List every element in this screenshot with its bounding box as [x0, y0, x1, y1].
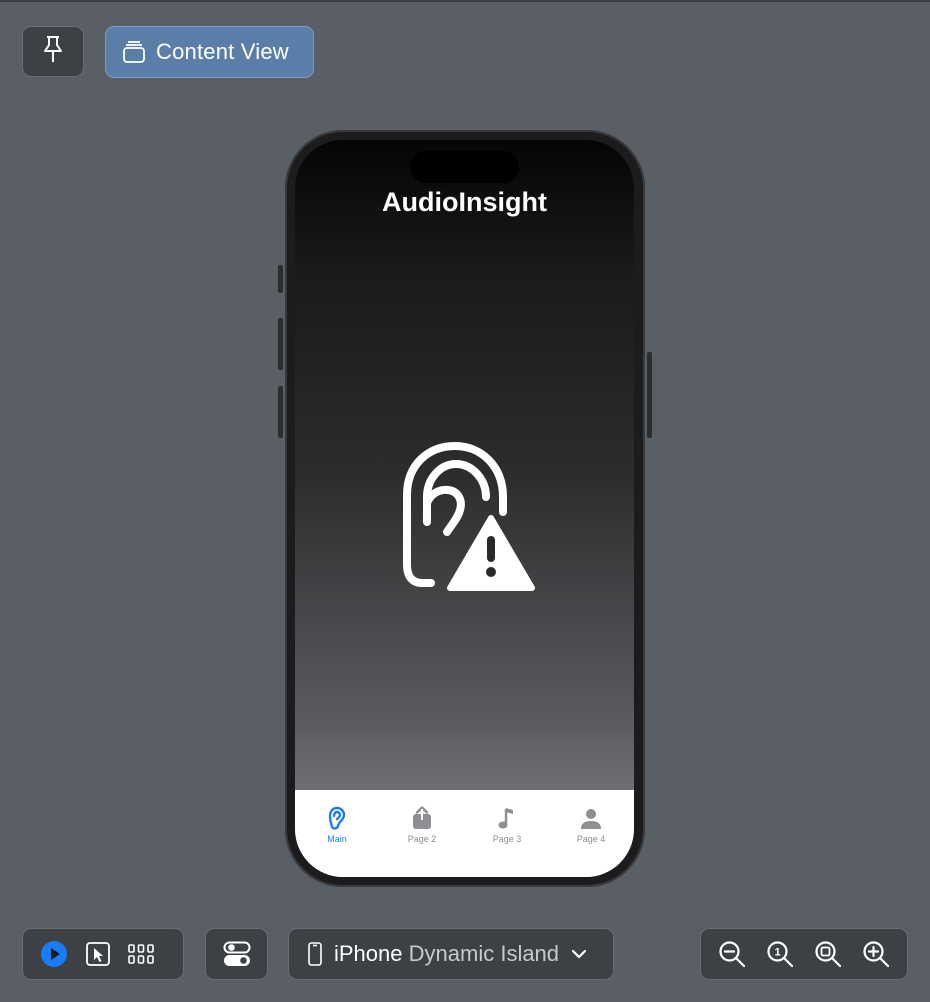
tab-page-3[interactable]: Page 3: [472, 804, 542, 844]
zoom-actual-icon[interactable]: 1: [766, 940, 794, 968]
action-button: [278, 265, 283, 293]
share-icon: [412, 804, 432, 830]
device-picker[interactable]: iPhone Dynamic Island: [288, 928, 614, 980]
ear-icon: [327, 804, 347, 830]
zoom-out-icon[interactable]: [718, 940, 746, 968]
device-label: iPhone Dynamic Island: [334, 941, 559, 967]
device-variant: Dynamic Island: [408, 941, 560, 966]
device-settings-icon: [223, 941, 251, 967]
device-name: iPhone: [334, 941, 403, 966]
pin-icon: [41, 34, 65, 69]
device-settings-button[interactable]: [205, 928, 268, 980]
music-note-icon: [498, 804, 516, 830]
zoom-controls: 1: [700, 928, 908, 980]
tab-page-4[interactable]: Page 4: [556, 804, 626, 844]
phone-screen: AudioInsight Main Page 2 Page 3 Page 4: [295, 140, 634, 877]
zoom-fit-icon[interactable]: [814, 940, 842, 968]
variants-grid-icon[interactable]: [128, 943, 154, 965]
tab-main-label: Main: [327, 834, 347, 844]
dynamic-island: [410, 151, 519, 183]
person-icon: [580, 804, 602, 830]
tab-page-2-label: Page 2: [407, 834, 437, 844]
side-button: [647, 352, 652, 438]
tab-page-2[interactable]: Page 2: [387, 804, 457, 844]
tab-page-4-label: Page 4: [576, 834, 606, 844]
stack-icon: [122, 40, 146, 64]
zoom-in-icon[interactable]: [862, 940, 890, 968]
preview-mode-group: [22, 928, 184, 980]
select-cursor-icon[interactable]: [86, 942, 110, 966]
tab-main[interactable]: Main: [302, 804, 372, 844]
live-play-icon[interactable]: [40, 940, 68, 968]
tab-bar: Main Page 2 Page 3 Page 4: [295, 790, 634, 877]
pin-preview-button[interactable]: [22, 26, 84, 77]
content-view-label: Content View: [156, 39, 289, 64]
svg-text:1: 1: [774, 947, 780, 959]
chevron-down-icon: [571, 948, 587, 960]
app-title: AudioInsight: [382, 187, 547, 217]
tab-page-3-label: Page 3: [492, 834, 522, 844]
ear-warning-icon: [400, 440, 536, 592]
iphone-icon: [308, 942, 322, 966]
volume-up-button: [278, 318, 283, 370]
top-border: [0, 0, 930, 2]
volume-down-button: [278, 386, 283, 438]
content-view-button[interactable]: Content View: [105, 26, 314, 78]
